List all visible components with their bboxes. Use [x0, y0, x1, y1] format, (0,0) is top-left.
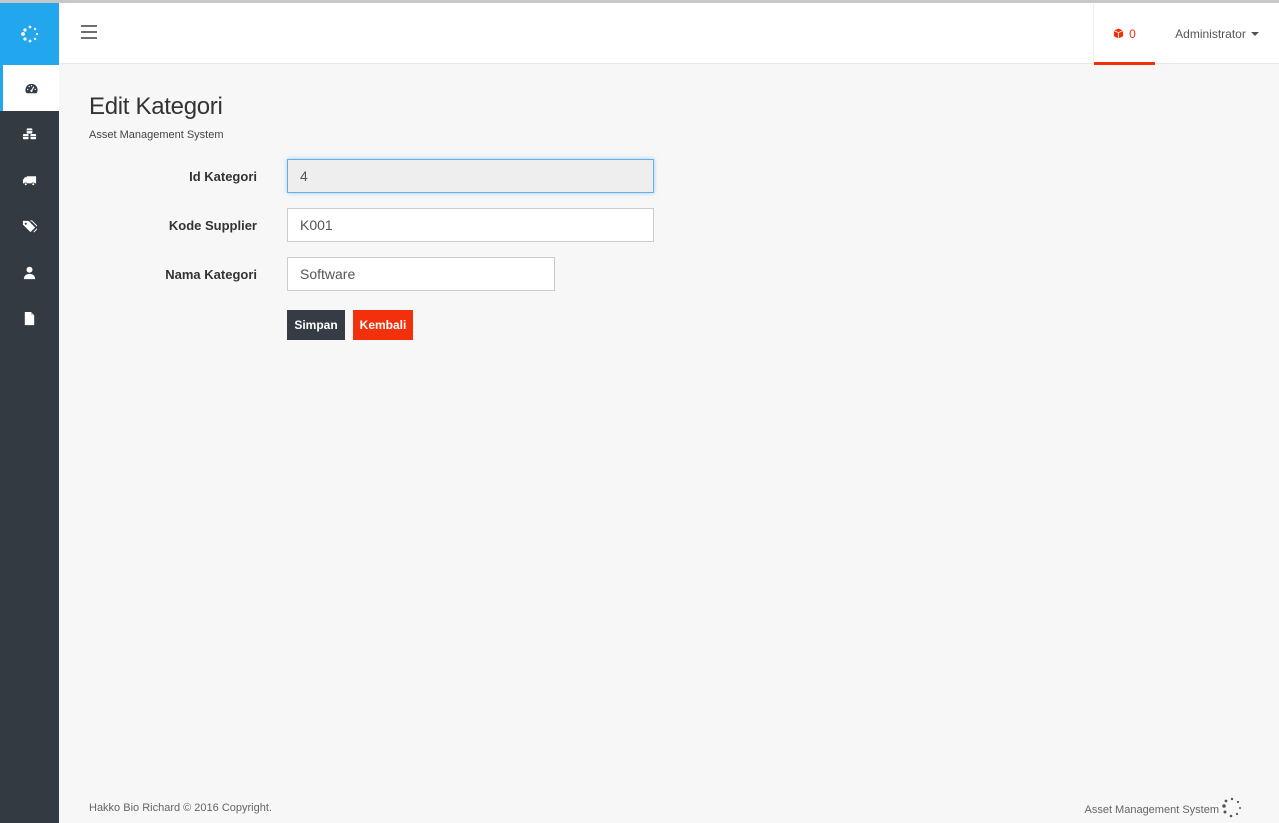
dashboard-icon — [24, 83, 38, 93]
sidebar-item-assets[interactable] — [0, 111, 59, 157]
sidebar-item-suppliers[interactable] — [0, 157, 59, 203]
cube-icon — [1113, 28, 1124, 39]
topbar: 0 Administrator — [59, 3, 1279, 65]
footer-brand: Asset Management System — [1084, 797, 1243, 818]
sidebar — [0, 3, 59, 823]
nama-kategori-input[interactable]: Software — [287, 257, 555, 291]
page-header: Edit Kategori Asset Management System — [89, 93, 224, 141]
kode-supplier-input[interactable]: K001 — [287, 208, 654, 242]
page-title: Edit Kategori — [89, 93, 223, 120]
user-menu-label: Administrator — [1175, 26, 1246, 41]
user-icon — [23, 266, 36, 279]
page-subtitle: Asset Management System — [89, 129, 224, 141]
footer-copyright: Hakko Bio Richard © 2016 Copyright. — [89, 802, 272, 814]
caret-down-icon — [1250, 31, 1259, 36]
spinner-dots-icon — [20, 25, 38, 43]
sidebar-item-reports[interactable] — [0, 295, 59, 341]
sidebar-item-users[interactable] — [0, 249, 59, 295]
user-menu-dropdown[interactable]: Administrator — [1155, 3, 1279, 64]
cubes-icon — [22, 127, 37, 139]
tags-icon — [22, 219, 37, 232]
sidebar-item-dashboard[interactable] — [0, 65, 59, 111]
footer-app-name: Asset Management System — [1084, 804, 1219, 816]
nama-kategori-label: Nama Kategori — [165, 267, 257, 282]
notification-count: 0 — [1129, 26, 1136, 41]
back-button[interactable]: Kembali — [353, 310, 413, 340]
truck-icon — [22, 175, 37, 186]
sidebar-item-categories[interactable] — [0, 203, 59, 249]
logo[interactable] — [0, 3, 59, 65]
id-kategori-label: Id Kategori — [189, 169, 257, 184]
save-button[interactable]: Simpan — [287, 310, 345, 340]
notification-button[interactable]: 0 — [1093, 3, 1155, 65]
id-kategori-input[interactable]: 4 — [287, 159, 654, 193]
kode-supplier-label: Kode Supplier — [168, 218, 257, 233]
spinner-dots-icon — [1222, 797, 1241, 818]
hamburger-icon[interactable] — [81, 25, 97, 39]
file-icon — [24, 311, 35, 325]
